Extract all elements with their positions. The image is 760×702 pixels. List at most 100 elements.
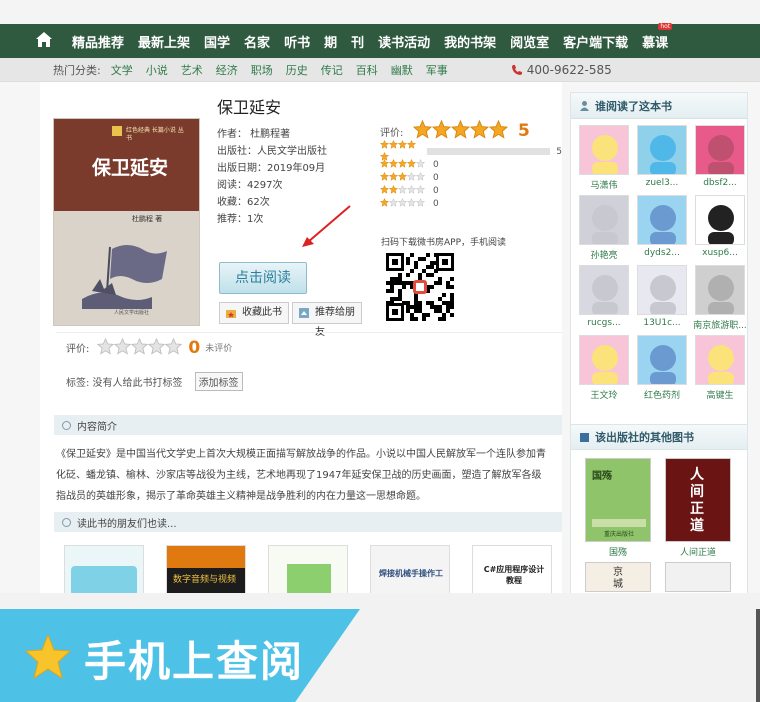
reader-item[interactable]: xusp6... — [691, 195, 749, 261]
user-rating-label: 评价: — [66, 344, 90, 355]
hot-badge: hot — [658, 22, 673, 30]
distribution-count: 0 — [433, 185, 439, 196]
home-icon[interactable] — [36, 32, 54, 50]
favorite-button[interactable]: 收藏此书 — [219, 302, 289, 324]
readers-title: 谁阅读了这本书 — [595, 99, 672, 113]
category-military[interactable]: 军事 — [426, 62, 448, 78]
distribution-star-icon — [380, 171, 389, 181]
reader-item[interactable]: dyds2... — [633, 195, 691, 261]
publisher-book-4[interactable] — [665, 562, 731, 592]
nav-item-download[interactable]: 客户端下载 — [563, 32, 628, 51]
nav-item-kan[interactable]: 刊 — [351, 32, 364, 51]
phone-number: 400-9622-585 — [511, 63, 612, 77]
read-button[interactable]: 点击阅读 — [219, 262, 307, 294]
nav-item-new[interactable]: 最新上架 — [138, 32, 190, 51]
user-rating-stars[interactable] — [97, 337, 183, 358]
intro-section-title: 内容简介 — [77, 421, 117, 433]
reader-avatar[interactable] — [637, 125, 687, 175]
reader-avatar[interactable] — [637, 265, 687, 315]
star-icon — [24, 634, 72, 680]
reader-item[interactable]: 红色药剂 — [633, 335, 691, 401]
reader-item[interactable]: 13U1c... — [633, 265, 691, 331]
nav-item-mingjia[interactable]: 名家 — [244, 32, 270, 51]
tags-row: 标签: 没有人给此书打标签 添加标签 — [66, 372, 243, 391]
reader-avatar[interactable] — [579, 195, 629, 245]
add-tag-button[interactable]: 添加标签 — [194, 372, 243, 391]
recommend-button[interactable]: 推荐给朋友 — [292, 302, 362, 338]
rating-distribution: 5 0 0 0 0 — [380, 139, 562, 210]
readers-header: 谁阅读了这本书 — [571, 93, 747, 119]
reader-item[interactable]: 马潇伟 — [575, 125, 633, 191]
publisher-book-cover-title: 国殇 — [592, 471, 612, 482]
reader-avatar[interactable] — [695, 335, 745, 385]
publisher-books-panel: 该出版社的其他图书 国殇 重庆出版社 国殇 人间正道 人间正道 京城 — [570, 424, 748, 604]
distribution-star-icon — [407, 197, 416, 207]
reader-avatar[interactable] — [695, 265, 745, 315]
nav-item-qi[interactable]: 期 — [324, 32, 337, 51]
user-star-icon[interactable] — [165, 337, 183, 355]
nav-item-mooc-label: 慕课 — [642, 35, 669, 51]
publisher-book-2[interactable]: 人间正道 人间正道 — [665, 458, 731, 558]
reader-name[interactable]: 马潇伟 — [575, 178, 633, 191]
reader-name[interactable]: 高键生 — [691, 388, 749, 401]
reader-item[interactable]: dbsf2... — [691, 125, 749, 191]
reader-avatar[interactable] — [695, 125, 745, 175]
nav-item-mooc[interactable]: 慕课 hot — [642, 22, 673, 51]
user-star-icon[interactable] — [97, 337, 115, 355]
category-humor[interactable]: 幽默 — [391, 62, 413, 78]
distribution-star-icon — [380, 158, 389, 168]
reader-item[interactable]: rucgs... — [575, 265, 633, 331]
reader-item[interactable]: 孙艳亮 — [575, 195, 633, 261]
category-encyclopedia[interactable]: 百科 — [356, 62, 378, 78]
category-biography[interactable]: 传记 — [321, 62, 343, 78]
qr-caption: 扫码下载微书房APP，手机阅读 — [381, 238, 507, 248]
category-art[interactable]: 艺术 — [181, 62, 203, 78]
reader-item[interactable]: 高键生 — [691, 335, 749, 401]
reader-name[interactable]: dbsf2... — [691, 178, 749, 188]
publisher-book-1[interactable]: 国殇 重庆出版社 国殇 — [585, 458, 651, 558]
user-star-icon[interactable] — [148, 337, 166, 355]
reader-name[interactable]: 王文玲 — [575, 388, 633, 401]
reader-avatar[interactable] — [637, 195, 687, 245]
nav-item-audio[interactable]: 听书 — [284, 32, 310, 51]
nav-item-recommend[interactable]: 精品推荐 — [72, 32, 124, 51]
nav-item-activity[interactable]: 读书活动 — [378, 32, 430, 51]
reader-name[interactable]: zuel3... — [633, 178, 691, 188]
category-literature[interactable]: 文学 — [111, 62, 133, 78]
reader-name[interactable]: 13U1c... — [633, 318, 691, 328]
cover-publisher: 人民文学出版社 — [114, 310, 150, 316]
distribution-star-icon — [407, 184, 416, 194]
reader-name[interactable]: xusp6... — [691, 248, 749, 258]
user-star-icon[interactable] — [114, 337, 132, 355]
reader-avatar[interactable] — [579, 335, 629, 385]
reader-name[interactable]: 红色药剂 — [633, 388, 691, 401]
distribution-star-icon — [416, 184, 425, 194]
distribution-star-icon — [407, 171, 416, 181]
reader-item[interactable]: 南京旅游职... — [691, 265, 749, 331]
reader-avatar[interactable] — [579, 265, 629, 315]
avatar-image — [592, 275, 618, 314]
nav-item-guoxue[interactable]: 国学 — [204, 32, 230, 51]
publisher-book-3[interactable]: 京城 — [585, 562, 651, 592]
category-economy[interactable]: 经济 — [216, 62, 238, 78]
distribution-stars — [380, 197, 425, 210]
banner-edge — [756, 609, 760, 702]
nav-item-reading-room[interactable]: 阅览室 — [510, 32, 549, 51]
reader-name[interactable]: 南京旅游职... — [691, 318, 749, 331]
book-cover[interactable]: 红色经典 长篇小说 丛书 保卫延安 杜鹏程 著 人民文学出版社 — [53, 118, 200, 326]
category-career[interactable]: 职场 — [251, 62, 273, 78]
reader-name[interactable]: 孙艳亮 — [575, 248, 633, 261]
category-novel[interactable]: 小说 — [146, 62, 168, 78]
reader-name[interactable]: rucgs... — [575, 318, 633, 328]
distribution-star-icon — [389, 158, 398, 168]
user-star-icon[interactable] — [131, 337, 149, 355]
distribution-star-icon — [416, 171, 425, 181]
reader-avatar[interactable] — [637, 335, 687, 385]
reader-item[interactable]: zuel3... — [633, 125, 691, 191]
reader-avatar[interactable] — [695, 195, 745, 245]
reader-avatar[interactable] — [579, 125, 629, 175]
reader-name[interactable]: dyds2... — [633, 248, 691, 258]
category-history[interactable]: 历史 — [286, 62, 308, 78]
reader-item[interactable]: 王文玲 — [575, 335, 633, 401]
nav-item-bookshelf[interactable]: 我的书架 — [444, 32, 496, 51]
